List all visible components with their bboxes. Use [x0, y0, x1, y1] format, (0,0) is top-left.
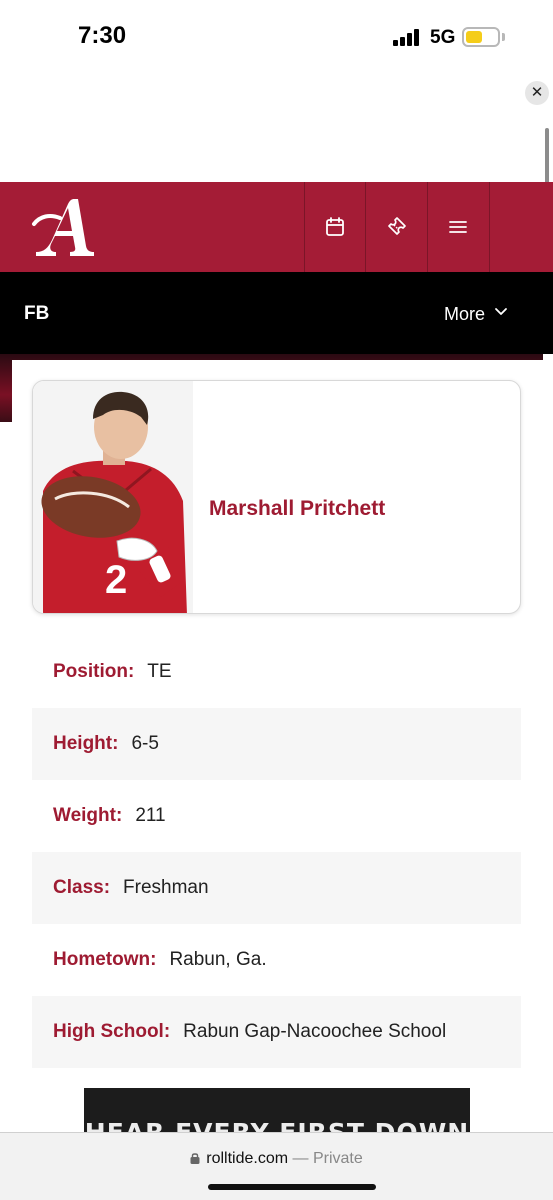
calendar-icon	[326, 217, 344, 236]
player-photo: 2	[33, 381, 193, 613]
battery-icon	[462, 27, 500, 47]
scrollbar[interactable]	[545, 128, 549, 188]
bio-value: Rabun Gap-Nacoochee School	[183, 1021, 447, 1042]
bio-row-height: Height: 6-5	[32, 708, 521, 780]
hamburger-menu-icon	[449, 221, 467, 233]
player-name[interactable]: Marshall Pritchett	[209, 497, 385, 521]
player-card: 2 Marshall Pritchett	[32, 380, 521, 614]
chevron-down-icon[interactable]	[494, 306, 508, 318]
close-icon: ✕	[530, 84, 544, 101]
bio-value: 6-5	[131, 733, 159, 754]
svg-text:2: 2	[105, 558, 127, 602]
bio-row-position: Position: TE	[32, 636, 521, 708]
network-label: 5G	[430, 27, 456, 48]
home-indicator[interactable]	[208, 1184, 376, 1190]
bio-row-hometown: Hometown: Rabun, Ga.	[32, 924, 521, 996]
ticket-icon	[388, 217, 406, 235]
url-display[interactable]: rolltide.com — Private	[0, 1150, 553, 1168]
alabama-logo-icon[interactable]	[30, 194, 98, 260]
menu-button[interactable]	[427, 182, 489, 272]
bio-label: Class:	[53, 877, 111, 898]
url-domain: rolltide.com	[206, 1150, 289, 1167]
battery-tip	[502, 33, 505, 41]
status-time: 7:30	[78, 22, 127, 49]
bio-label: Weight:	[53, 805, 123, 826]
bio-value: Freshman	[123, 877, 209, 898]
bio-value: Rabun, Ga.	[169, 949, 267, 970]
bio-label: Position:	[53, 661, 135, 682]
more-menu-button[interactable]: More	[444, 304, 485, 325]
ad-area	[0, 70, 553, 182]
close-ad-button[interactable]: ✕	[525, 81, 549, 105]
promo-banner[interactable]: HEAR EVERY FIRST DOWN	[84, 1088, 470, 1138]
signal-icon	[393, 28, 423, 46]
bio-row-high-school: High School: Rabun Gap-Nacoochee School	[32, 996, 521, 1068]
schedule-button[interactable]	[304, 182, 366, 272]
tickets-button[interactable]	[365, 182, 427, 272]
header-divider	[489, 182, 490, 272]
bio-label: Height:	[53, 733, 119, 754]
bio-row-weight: Weight: 211	[32, 780, 521, 852]
bio-value: 211	[135, 805, 166, 826]
bio-value: TE	[147, 661, 172, 682]
bio-label: Hometown:	[53, 949, 157, 970]
privacy-label: — Private	[292, 1150, 363, 1167]
lock-icon	[190, 1153, 200, 1164]
bio-label: High School:	[53, 1021, 171, 1042]
bio-row-class: Class: Freshman	[32, 852, 521, 924]
sport-title[interactable]: FB	[24, 303, 49, 325]
